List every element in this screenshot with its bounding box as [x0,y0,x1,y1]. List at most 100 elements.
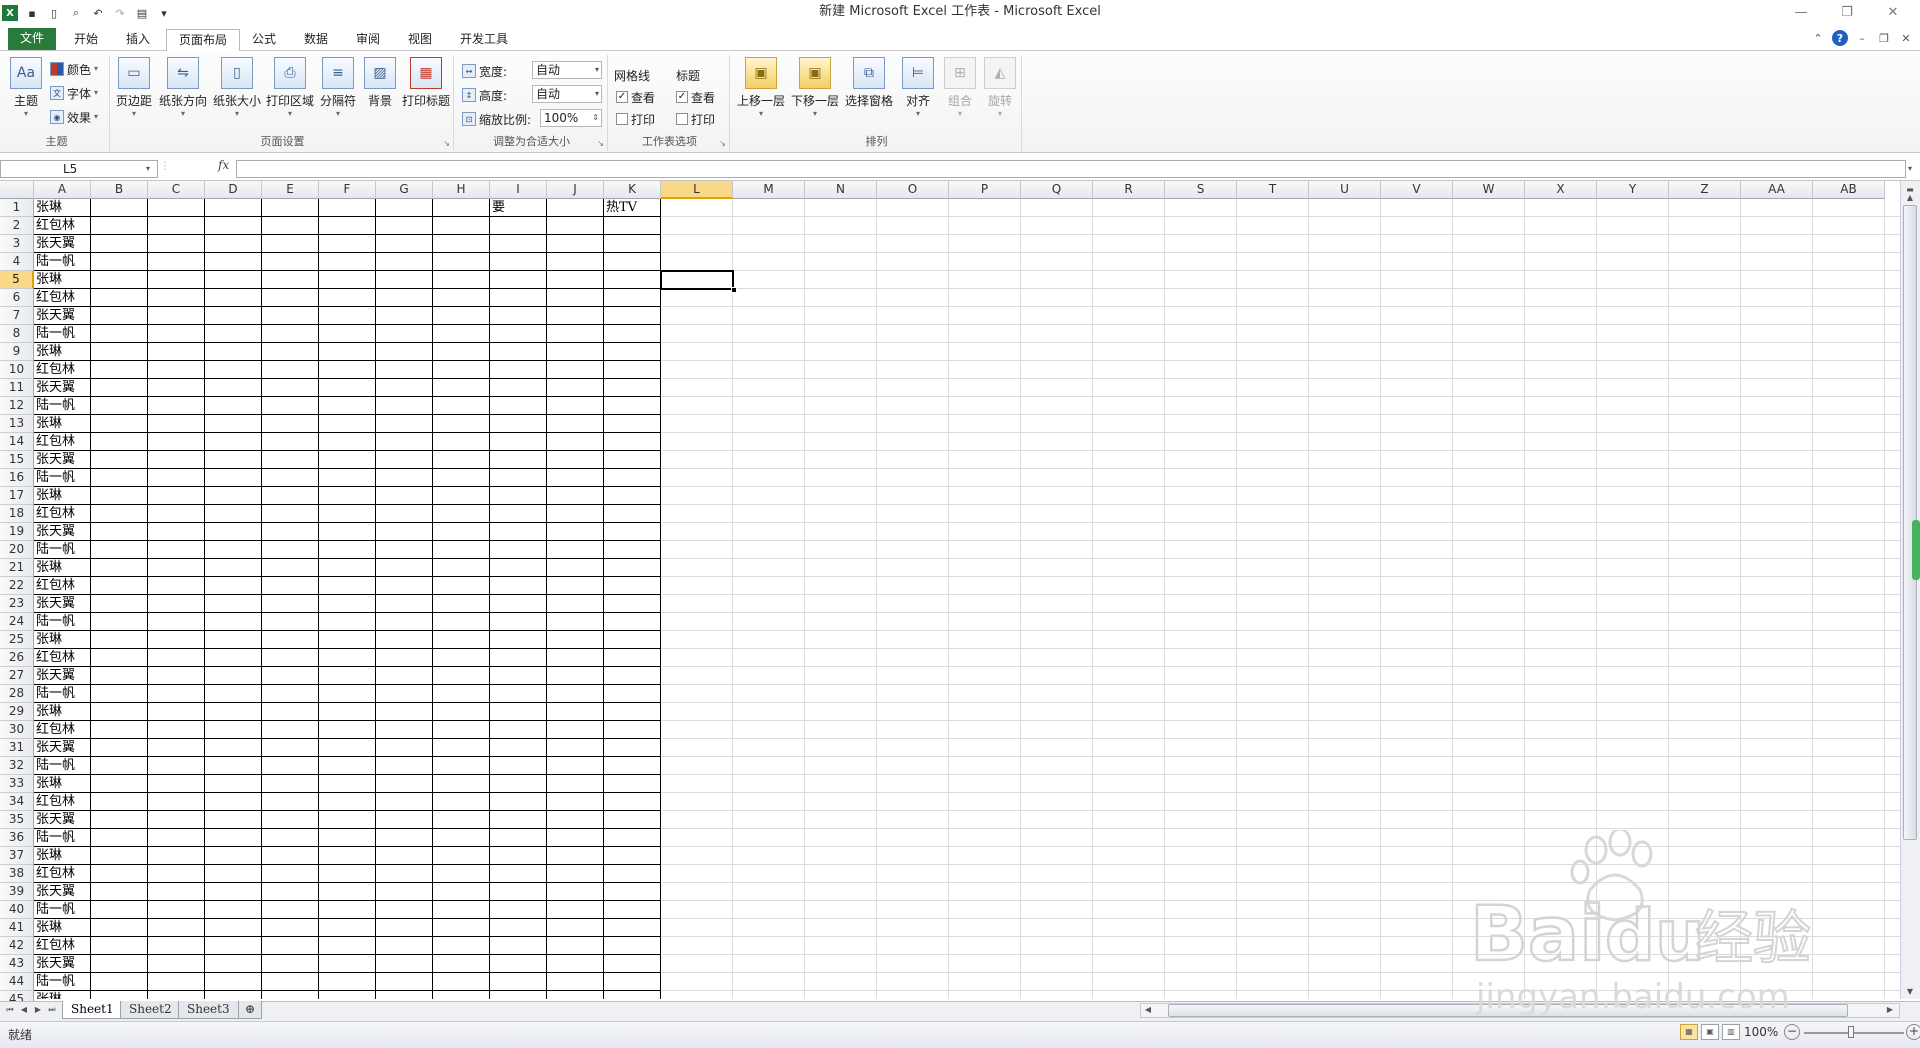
cell-a17[interactable]: 张琳 [36,487,62,505]
sheet-tab-sheet3[interactable]: Sheet3 [178,1001,239,1019]
row-header-30[interactable]: 30 [0,721,34,739]
tab-data[interactable]: 数据 [292,29,340,51]
column-header-k[interactable]: K [604,181,661,199]
cell-a45[interactable]: 张琳 [36,991,62,999]
cell-a1[interactable]: 张琳 [36,199,62,217]
column-header-r[interactable]: R [1093,181,1165,199]
row-header-43[interactable]: 43 [0,955,34,973]
cell-a12[interactable]: 陆一帆 [36,397,75,415]
row-header-14[interactable]: 14 [0,433,34,451]
cell-a32[interactable]: 陆一帆 [36,757,75,775]
cell-a34[interactable]: 红包林 [36,793,75,811]
cell-a27[interactable]: 张天翼 [36,667,75,685]
row-header-33[interactable]: 33 [0,775,34,793]
cell-a23[interactable]: 张天翼 [36,595,75,613]
row-header-22[interactable]: 22 [0,577,34,595]
cell-a39[interactable]: 张天翼 [36,883,75,901]
bring-forward-button[interactable]: ▣ 上移一层 ▾ [736,57,786,119]
column-header-p[interactable]: P [949,181,1021,199]
insert-function-icon[interactable]: fx [218,158,229,172]
active-cell[interactable] [660,270,734,290]
row-header-21[interactable]: 21 [0,559,34,577]
row-header-7[interactable]: 7 [0,307,34,325]
orientation-button[interactable]: ⇋ 纸张方向 ▾ [158,57,208,119]
row-header-27[interactable]: 27 [0,667,34,685]
tab-page-layout[interactable]: 页面布局 [166,29,241,52]
select-all-corner[interactable] [0,181,34,199]
cell-a20[interactable]: 陆一帆 [36,541,75,559]
cell-a2[interactable]: 红包林 [36,217,75,235]
sheet-tab-sheet1[interactable]: Sheet1 [62,1001,123,1019]
row-header-40[interactable]: 40 [0,901,34,919]
cell-a8[interactable]: 陆一帆 [36,325,75,343]
column-header-l[interactable]: L [661,181,733,199]
row-header-23[interactable]: 23 [0,595,34,613]
cell-a36[interactable]: 陆一帆 [36,829,75,847]
row-header-15[interactable]: 15 [0,451,34,469]
row-header-41[interactable]: 41 [0,919,34,937]
column-header-w[interactable]: W [1453,181,1525,199]
dialog-launcher-icon[interactable]: ↘ [597,139,604,148]
rotate-button[interactable]: ◭ 旋转 ▾ [982,57,1018,119]
dialog-launcher-icon[interactable]: ↘ [719,139,726,148]
row-header-19[interactable]: 19 [0,523,34,541]
row-header-17[interactable]: 17 [0,487,34,505]
cell-a43[interactable]: 张天翼 [36,955,75,973]
next-sheet-icon[interactable]: ▶ [32,1003,44,1017]
tab-home[interactable]: 开始 [62,29,110,51]
row-header-2[interactable]: 2 [0,217,34,235]
row-header-42[interactable]: 42 [0,937,34,955]
row-header-9[interactable]: 9 [0,343,34,361]
cell-a35[interactable]: 张天翼 [36,811,75,829]
scale-spinner[interactable]: 100% ⇕ [540,109,602,127]
row-header-36[interactable]: 36 [0,829,34,847]
colors-button[interactable]: 颜色 ▾ [50,59,98,79]
row-header-44[interactable]: 44 [0,973,34,991]
normal-view-icon[interactable]: ▦ [1680,1024,1698,1040]
background-button[interactable]: ▨ 背景 [362,57,398,109]
row-header-24[interactable]: 24 [0,613,34,631]
cell-a29[interactable]: 张琳 [36,703,62,721]
column-header-i[interactable]: I [490,181,547,199]
chevron-down-icon[interactable]: ▾ [146,160,150,178]
headings-print-checkbox[interactable]: 打印 [676,109,715,129]
cell-a31[interactable]: 张天翼 [36,739,75,757]
minimize-icon[interactable]: — [1778,0,1824,24]
dialog-launcher-icon[interactable]: ↘ [443,139,450,148]
scroll-down-icon[interactable]: ▼ [1903,985,1917,999]
column-header-q[interactable]: Q [1021,181,1093,199]
doc-close-icon[interactable]: ✕ [1898,30,1914,46]
column-header-h[interactable]: H [433,181,490,199]
tab-developer[interactable]: 开发工具 [448,29,520,51]
row-header-1[interactable]: 1 [0,199,34,217]
cell-a13[interactable]: 张琳 [36,415,62,433]
zoom-out-icon[interactable]: − [1784,1024,1800,1040]
cell-a26[interactable]: 红包林 [36,649,75,667]
row-header-10[interactable]: 10 [0,361,34,379]
cell-a42[interactable]: 红包林 [36,937,75,955]
group-button[interactable]: ⊞ 组合 ▾ [942,57,978,119]
row-header-37[interactable]: 37 [0,847,34,865]
row-header-3[interactable]: 3 [0,235,34,253]
theme-button[interactable]: Aa 主题 ▾ [8,57,44,119]
column-header-b[interactable]: B [91,181,148,199]
column-header-y[interactable]: Y [1597,181,1669,199]
doc-restore-icon[interactable]: ❐ [1876,30,1892,46]
row-header-38[interactable]: 38 [0,865,34,883]
cell-a21[interactable]: 张琳 [36,559,62,577]
row-header-34[interactable]: 34 [0,793,34,811]
row-header-35[interactable]: 35 [0,811,34,829]
formula-input[interactable] [236,160,1906,178]
column-header-z[interactable]: Z [1669,181,1741,199]
row-header-16[interactable]: 16 [0,469,34,487]
column-header-n[interactable]: N [805,181,877,199]
breaks-button[interactable]: ≡ 分隔符 ▾ [318,57,358,119]
gridlines-print-checkbox[interactable]: 打印 [616,109,655,129]
help-icon[interactable]: ? [1832,30,1848,46]
cell-a18[interactable]: 红包林 [36,505,75,523]
last-sheet-icon[interactable]: ⏭ [46,1003,58,1017]
tab-insert[interactable]: 插入 [114,29,162,51]
cell-a7[interactable]: 张天翼 [36,307,75,325]
prev-sheet-icon[interactable]: ◀ [18,1003,30,1017]
cell-a44[interactable]: 陆一帆 [36,973,75,991]
